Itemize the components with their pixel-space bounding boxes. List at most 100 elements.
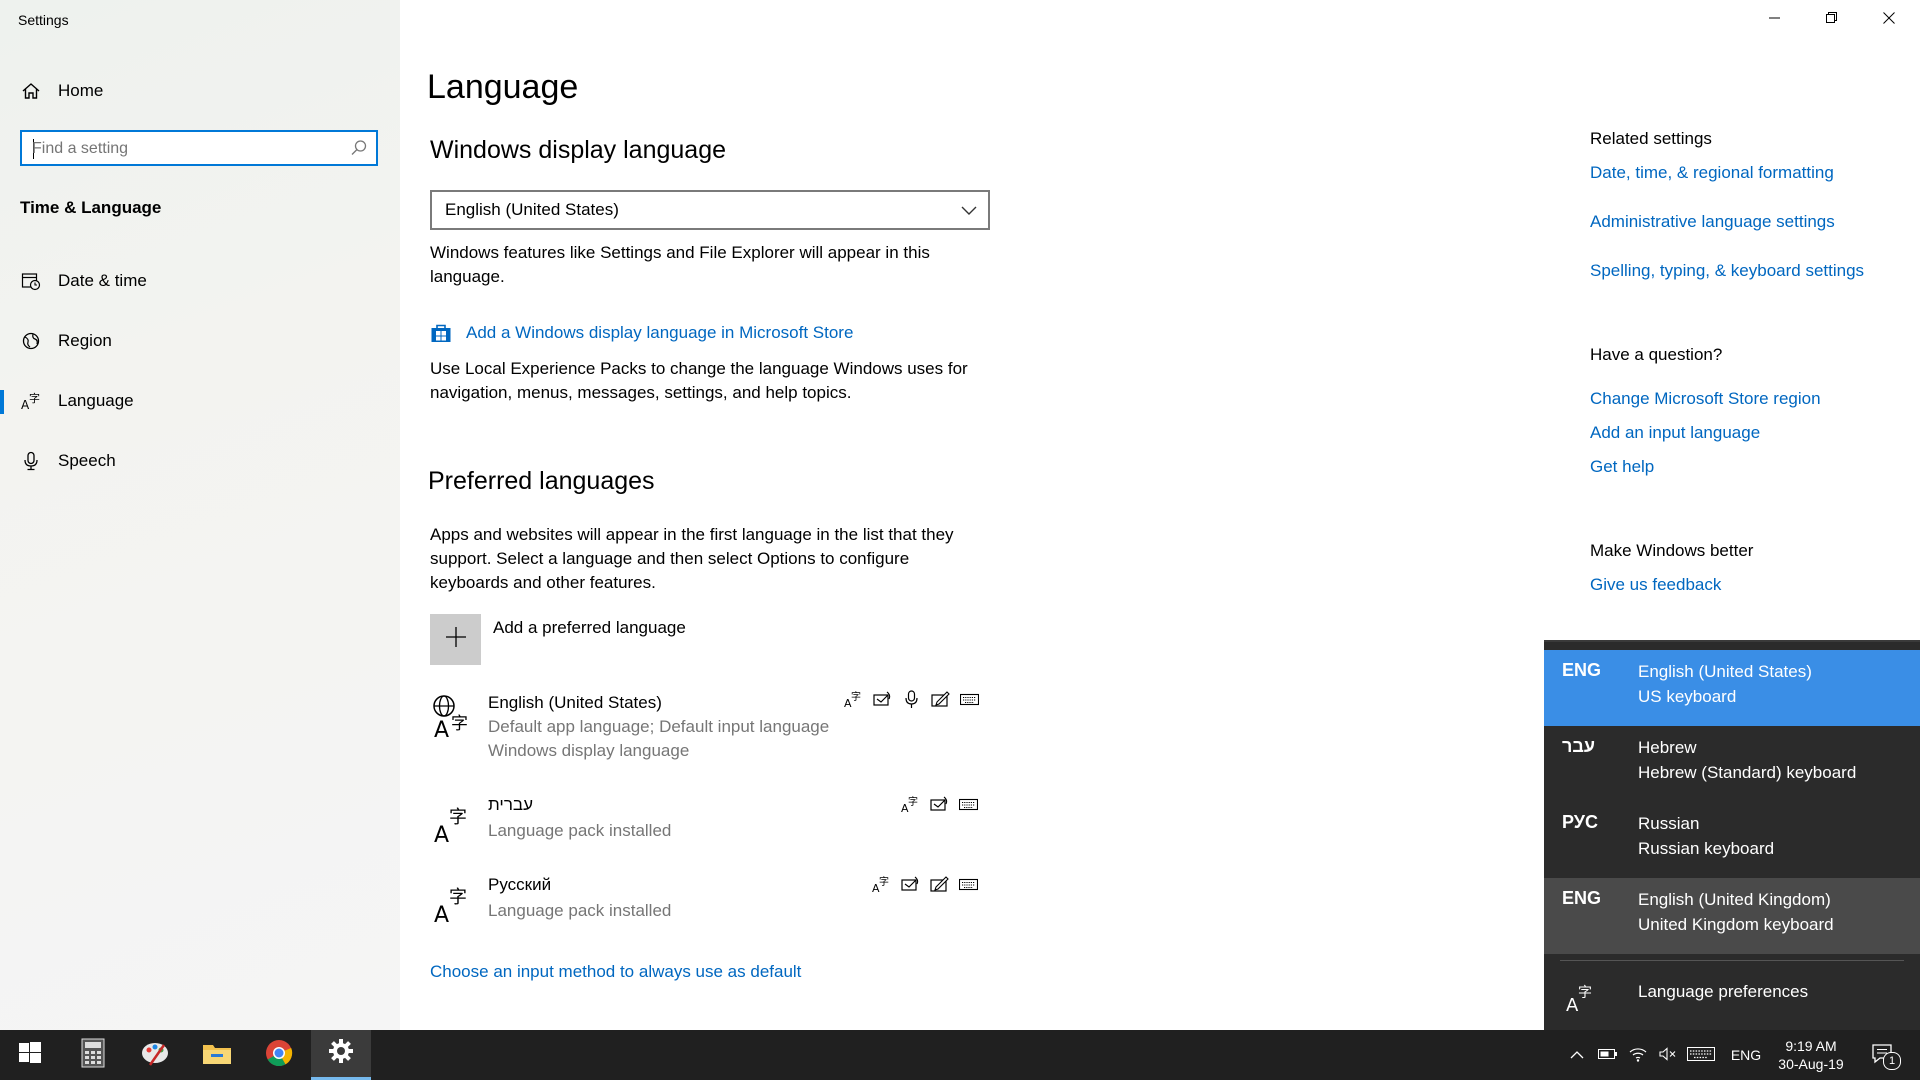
language-pack-icon: A字 [844, 690, 863, 710]
close-button[interactable] [1866, 0, 1912, 40]
chrome-icon [265, 1039, 293, 1072]
taskbar-paint[interactable] [125, 1030, 185, 1080]
sidebar-item-region[interactable]: Region [0, 319, 400, 363]
language-code: עבר [1562, 736, 1596, 756]
add-display-language-link[interactable]: Add a Windows display language in Micros… [466, 323, 853, 343]
taskbar-settings[interactable] [311, 1030, 371, 1080]
give-feedback-link[interactable]: Give us feedback [1590, 575, 1721, 595]
sidebar-item-language[interactable]: A字 Language [0, 379, 400, 423]
flyout-item-english-us[interactable]: ENG English (United States) US keyboard [1544, 650, 1920, 726]
sidebar-item-date-time[interactable]: Date & time [0, 259, 400, 303]
search-input[interactable] [30, 137, 334, 161]
restore-button[interactable] [1809, 0, 1855, 40]
language-icon: A字 [1566, 980, 1596, 1019]
svg-text:A: A [434, 823, 449, 845]
chevron-up-icon [1570, 1047, 1584, 1063]
language-status-secondary: Windows display language [488, 741, 690, 760]
window-title: Settings [18, 12, 69, 28]
sidebar-item-label: Language [58, 391, 134, 410]
taskbar-calculator[interactable] [63, 1030, 123, 1080]
preferred-languages-description: Apps and websites will appear in the fir… [430, 525, 954, 592]
language-pack-icon: A字 [430, 879, 474, 928]
sidebar-item-label: Date & time [58, 271, 147, 290]
battery-icon [1598, 1047, 1618, 1063]
speech-icon [902, 690, 921, 709]
display-language-heading: Windows display language [430, 136, 727, 164]
language-features: A字 [872, 875, 979, 895]
taskbar-chrome[interactable] [249, 1030, 309, 1080]
keyboard-icon [958, 795, 979, 814]
preferred-languages-heading: Preferred languages [428, 467, 655, 495]
add-input-language-link[interactable]: Add an input language [1590, 423, 1760, 443]
add-language-button[interactable] [430, 614, 481, 665]
store-link-row[interactable]: Add a Windows display language in Micros… [430, 322, 853, 344]
battery-button[interactable] [1594, 1030, 1622, 1080]
language-row-hebrew[interactable]: A字 עברית Language pack installed A字 [430, 795, 990, 855]
microphone-icon [20, 450, 42, 472]
related-settings-heading: Related settings [1590, 129, 1712, 148]
sidebar-item-home[interactable]: Home [0, 69, 400, 113]
input-indicator[interactable]: ENG [1722, 1030, 1770, 1080]
language-features: A字 [901, 795, 979, 815]
clock-time: 9:19 AM [1785, 1038, 1837, 1054]
flyout-item-russian[interactable]: РУС Russian Russian keyboard [1544, 802, 1920, 878]
language-row-english[interactable]: A字 English (United States) Default app l… [430, 690, 990, 770]
language-code: РУС [1562, 812, 1598, 832]
store-description: Use Local Experience Packs to change the… [430, 359, 968, 402]
language-status: Language pack installed [488, 821, 672, 840]
volume-muted-icon [1659, 1046, 1677, 1064]
display-language-description: Windows features like Settings and File … [430, 243, 930, 286]
start-button[interactable] [0, 1030, 60, 1080]
chevron-down-icon [960, 201, 978, 224]
clock[interactable]: 9:19 AM 30-Aug-19 [1772, 1030, 1850, 1080]
language-status: Language pack installed [488, 901, 672, 920]
taskbar-file-explorer[interactable] [187, 1030, 247, 1080]
display-language-dropdown[interactable]: English (United States) [430, 190, 990, 230]
flyout-divider [1560, 960, 1904, 961]
svg-text:A: A [434, 718, 449, 740]
show-hidden-icons-button[interactable] [1562, 1030, 1592, 1080]
admin-language-settings-link[interactable]: Administrative language settings [1590, 212, 1835, 232]
touch-keyboard-button[interactable] [1684, 1030, 1718, 1080]
svg-text:字: 字 [449, 887, 467, 908]
svg-text:字: 字 [451, 714, 468, 734]
language-globe-icon: A字 [430, 694, 474, 743]
input-method-link[interactable]: Choose an input method to always use as … [430, 962, 801, 982]
handwriting-icon [931, 690, 950, 709]
keyboard-icon [959, 690, 980, 709]
calculator-icon [81, 1038, 105, 1073]
get-help-link[interactable]: Get help [1590, 457, 1654, 477]
svg-text:字: 字 [908, 795, 918, 808]
sidebar-item-label: Speech [58, 451, 116, 470]
flyout-item-hebrew[interactable]: עבר Hebrew Hebrew (Standard) keyboard [1544, 726, 1920, 802]
file-explorer-icon [202, 1040, 232, 1071]
action-center-button[interactable]: 1 [1860, 1030, 1908, 1080]
sidebar-item-label: Home [58, 81, 104, 100]
change-store-region-link[interactable]: Change Microsoft Store region [1590, 389, 1821, 409]
language-name: English (United Kingdom) [1638, 890, 1831, 909]
language-preferences-label: Language preferences [1638, 982, 1809, 1001]
regional-formatting-link[interactable]: Date, time, & regional formatting [1590, 163, 1834, 183]
search-icon[interactable] [350, 139, 368, 162]
language-row-russian[interactable]: A字 Русский Language pack installed A字 [430, 875, 990, 935]
language-preferences-item[interactable]: A字 Language preferences [1544, 962, 1920, 1032]
text-to-speech-icon [930, 795, 949, 814]
close-icon [1883, 11, 1895, 29]
minimize-button[interactable] [1752, 0, 1798, 40]
minimize-icon [1769, 11, 1781, 29]
spelling-typing-keyboard-link[interactable]: Spelling, typing, & keyboard settings [1590, 261, 1864, 281]
network-button[interactable] [1624, 1030, 1652, 1080]
flyout-item-english-uk[interactable]: ENG English (United Kingdom) United King… [1544, 878, 1920, 954]
make-windows-better-heading: Make Windows better [1590, 541, 1754, 560]
language-code: ENG [1562, 888, 1602, 908]
sidebar-item-speech[interactable]: Speech [0, 439, 400, 483]
search-box[interactable] [20, 130, 378, 166]
wifi-icon [1629, 1046, 1647, 1065]
restore-icon [1826, 11, 1838, 29]
home-icon [20, 80, 42, 102]
language-status: Default app language; Default input lang… [488, 717, 830, 736]
volume-button[interactable] [1654, 1030, 1682, 1080]
language-features: A字 [844, 690, 980, 710]
add-language-label[interactable]: Add a preferred language [493, 618, 686, 638]
svg-text:字: 字 [879, 875, 889, 888]
